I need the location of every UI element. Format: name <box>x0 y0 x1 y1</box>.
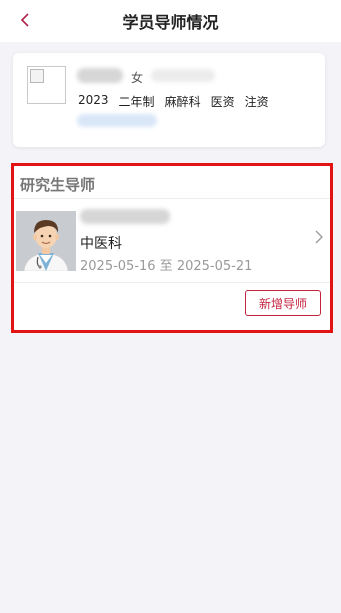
section-title: 研究生导师 <box>20 176 96 194</box>
page-title: 学员导师情况 <box>122 13 219 32</box>
student-info-card: 女 2023 二年制 麻醉科 医资 注资 <box>13 53 325 147</box>
student-tag-medical-qualification: 医资 <box>210 95 235 109</box>
add-mentor-button[interactable]: 新增导师 <box>245 290 321 316</box>
doctor-avatar-icon <box>16 211 76 271</box>
mentor-name-redacted <box>80 209 170 224</box>
student-link-redacted[interactable] <box>77 114 157 127</box>
student-name-redacted <box>77 68 123 83</box>
mentor-avatar <box>16 211 76 271</box>
student-tag-program: 二年制 <box>118 95 155 109</box>
broken-image-icon <box>30 69 44 83</box>
student-id-redacted <box>151 69 215 82</box>
chevron-right-icon <box>315 230 323 244</box>
student-gender: 女 <box>131 71 144 85</box>
student-tag-registration: 注资 <box>244 95 269 109</box>
student-photo <box>27 66 66 104</box>
mentor-date-range: 2025-05-16 至 2025-05-21 <box>80 259 253 274</box>
mentor-list-item[interactable]: 中医科 2025-05-16 至 2025-05-21 <box>14 199 330 281</box>
mentor-section: 研究生导师 中医科 2025-05-16 至 2025-05-21 新增导师 <box>11 163 333 333</box>
divider <box>14 282 330 283</box>
student-tags: 2023 二年制 麻醉科 医资 注资 <box>78 93 269 110</box>
navigation-bar: 学员导师情况 <box>0 0 341 42</box>
student-tag-year: 2023 <box>78 93 109 107</box>
mentor-department: 中医科 <box>80 236 122 252</box>
student-tag-department: 麻醉科 <box>164 95 201 109</box>
chevron-left-icon <box>20 13 29 27</box>
back-button[interactable] <box>14 8 36 32</box>
